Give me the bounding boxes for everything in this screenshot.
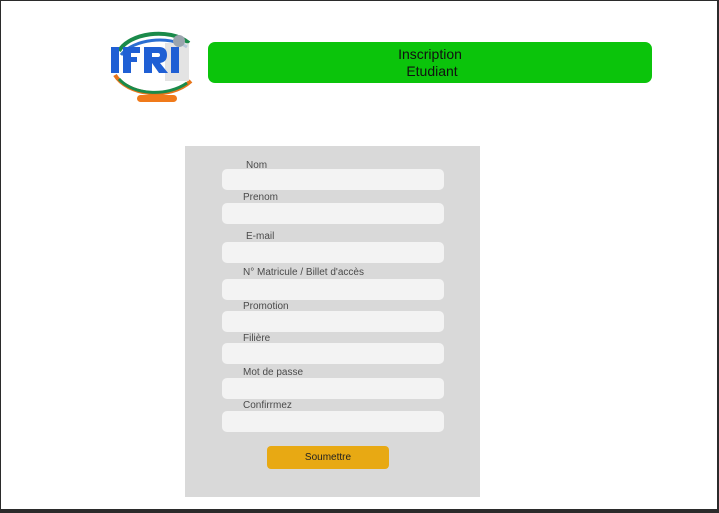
email-input[interactable] [222,242,444,263]
matricule-label: N° Matricule / Billet d'accès [243,267,364,278]
matricule-input[interactable] [222,279,444,300]
nom-input[interactable] [222,169,444,190]
page-title-banner: Inscription Etudiant [208,42,652,83]
page-frame: Inscription Etudiant Nom Prenom E-mail N… [1,1,717,509]
page-title-line2: Etudiant [406,62,458,79]
ifri-logo-graphic [111,31,193,102]
registration-form: Nom Prenom E-mail N° Matricule / Billet … [185,146,480,497]
filiere-input[interactable] [222,343,444,364]
ifri-logo [107,29,199,109]
promotion-input[interactable] [222,311,444,332]
password-input[interactable] [222,378,444,399]
prenom-input[interactable] [222,203,444,224]
confirm-password-input[interactable] [222,411,444,432]
submit-button[interactable]: Soumettre [267,446,389,469]
page-title-line1: Inscription [398,45,462,62]
